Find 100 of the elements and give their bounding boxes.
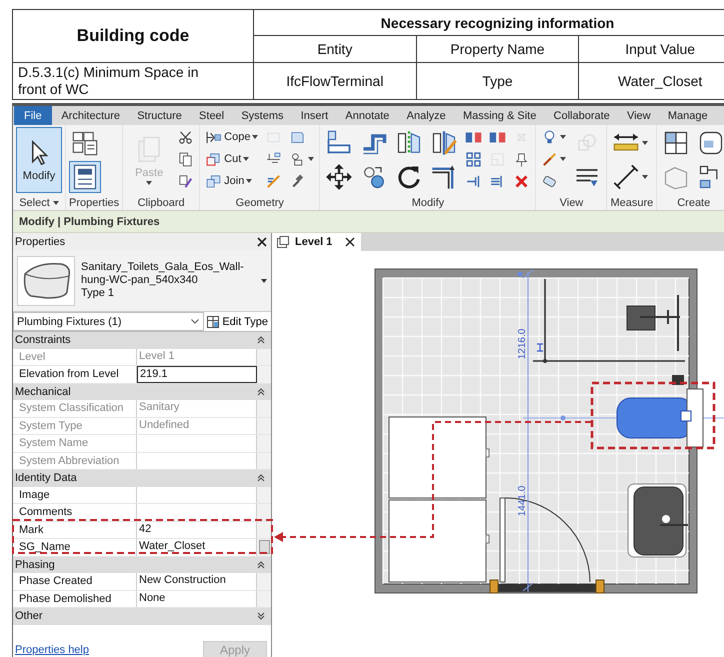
collapse-icon [257,474,265,482]
row-button-cell[interactable] [257,573,271,590]
type-label: Type 1 [81,287,116,300]
caret-icon [146,181,152,185]
properties-panel-icon [71,163,99,191]
row-button-cell[interactable] [257,486,271,503]
mirror-pencil-icon [430,129,458,157]
table-header: Necessary recognizing information [254,10,724,36]
table-cell: IfcFlowTerminal [254,62,416,100]
caret-icon [308,157,314,161]
table-icon [207,316,220,328]
ribbon-tool-button[interactable]: Join [203,171,260,191]
value-field[interactable]: 219.1 [137,366,257,383]
row-button-cell[interactable] [257,522,271,538]
ribbon-tab[interactable]: Collaborate [546,106,618,125]
column-header: Property Name [416,36,579,62]
row-button-cell[interactable] [257,539,271,556]
cubes-icon [71,129,99,157]
category-dropdown[interactable]: Plumbing Fixtures (1) [13,312,204,331]
context-label: Modify | Plumbing Fixtures [19,216,160,228]
expand-icon [257,612,265,620]
property-name: System Classification [13,400,137,416]
ribbon-tab[interactable]: Systems [234,106,292,125]
row-button-cell[interactable] [257,366,271,383]
dimension-label: 1216.0 [517,328,528,360]
paintbrush-icon [541,150,558,168]
ribbon-tool-button[interactable]: Cope [203,127,260,147]
section-header[interactable]: Identity Data [13,470,271,486]
collapse-icon [257,560,265,569]
ribbon-tab[interactable]: Architecture [54,106,128,125]
section-header[interactable]: Constraints [13,332,271,348]
join-geometry-icon [205,172,222,190]
caret-icon [52,201,59,205]
plan-view-icon [277,236,289,248]
ribbon-tool-button[interactable]: Cut [203,149,260,169]
table-cell: Type [416,62,579,100]
ribbon-tab[interactable]: Steel [191,106,232,125]
document-tab[interactable]: Level 1 [272,233,361,251]
ribbon-tab[interactable]: Insert [293,106,336,125]
edit-type-button[interactable]: Edit Type [204,316,271,328]
property-name: Phase Created [13,573,137,590]
property-name: SG_Name [13,539,137,556]
chevron-icon [191,319,200,324]
help-link[interactable]: Properties help [15,644,89,657]
ribbon-tab[interactable]: File [14,106,52,125]
property-name: Level [13,348,137,365]
property-name: Mark [13,522,137,538]
close-icon[interactable] [345,237,355,247]
select-dropdown[interactable]: Select [19,196,59,210]
property-name: Elevation from Level [13,366,137,383]
move-icon [325,163,354,191]
group-label: Clipboard [138,196,185,210]
row-button-cell[interactable] [257,504,271,520]
ribbon-tool-button[interactable] [69,161,101,193]
column-header: Entity [254,36,416,62]
group-label: Modify [412,196,444,210]
caret-icon [243,157,250,161]
cut-geometry-icon [205,150,222,168]
toilet-icon [17,254,75,306]
group-label: Geometry [236,196,284,210]
scale-icon [489,150,506,168]
marker-icon [536,343,544,352]
group-label: Create [677,196,710,210]
property-name: Comments [13,504,137,520]
ribbon-tab[interactable]: Analyze [399,106,454,125]
row-button-cell[interactable] [257,590,271,607]
section-header[interactable]: Phasing [13,556,271,573]
group-label: Properties [69,196,120,210]
ribbon-tab[interactable]: Structure [130,106,190,125]
caret-icon [560,157,566,161]
dimension-label: 1441.0 [517,486,528,516]
panel-title: Properties [15,236,66,248]
caret-icon [246,179,252,183]
ruler-pencil-icon [265,172,282,190]
ribbon-tab[interactable]: Massing & Site [455,106,544,125]
section-header[interactable]: Other [13,608,271,624]
property-name: Phase Demolished [13,590,137,607]
dimension-icon [612,163,640,191]
caret-icon [642,141,648,145]
property-name: System Name [13,435,137,452]
ribbon-tab[interactable]: Annotate [338,106,398,125]
delete-icon [513,172,530,190]
caret-icon [642,175,648,179]
section-header[interactable]: Mechanical [13,384,271,400]
copy-icon [177,150,194,168]
grid-icon [465,150,482,168]
group-label: Measure [610,196,654,210]
scissors-icon [177,128,194,146]
ribbon-tab[interactable]: Manage [660,106,716,125]
ribbon-tab[interactable]: View [619,106,658,125]
property-name: Image [13,486,137,503]
collapse-icon [257,336,265,344]
type-selector[interactable]: Sanitary_Toilets_Gala_Eos_Wall- hung-WC-pan_540x340 Type 1 [13,250,271,312]
property-name: System Abbreviation [13,452,137,469]
ribbon-tool-button[interactable]: Modify [16,127,62,193]
type-name: hung-WC-pan_540x340 [81,274,199,287]
sink-fixture [626,294,681,352]
property-name: System Type [13,418,137,434]
close-icon[interactable] [257,236,267,246]
caret-icon [252,135,258,139]
